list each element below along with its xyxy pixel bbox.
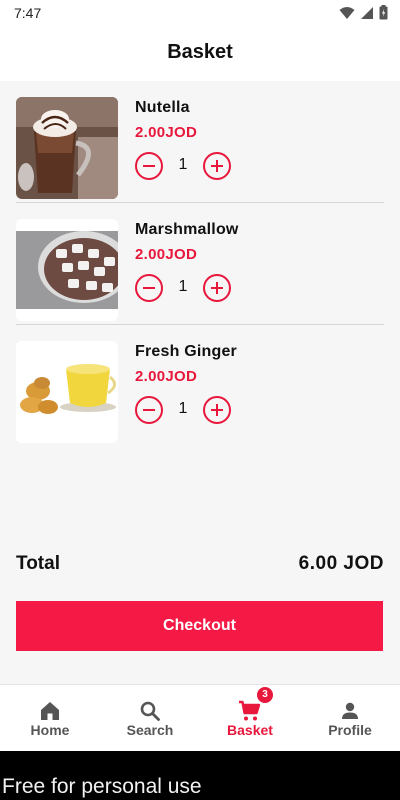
basket-item-fresh-ginger: Fresh Ginger 2.00JOD 1: [16, 325, 384, 447]
wifi-icon: [339, 6, 355, 19]
total-row: Total 6.00 JOD: [16, 553, 384, 579]
decrease-quantity-button[interactable]: [135, 274, 163, 302]
product-image-marshmallow: [16, 219, 118, 321]
item-name: Marshmallow: [135, 221, 239, 238]
item-name: Fresh Ginger: [135, 343, 237, 360]
home-icon: [41, 702, 59, 720]
nav-basket[interactable]: Basket: [200, 685, 300, 751]
search-icon: [140, 701, 160, 721]
item-price: 2.00JOD: [135, 124, 198, 141]
quantity-stepper: 1: [135, 396, 231, 424]
footer-bar: Free for personal use: [0, 751, 400, 800]
item-price: 2.00JOD: [135, 246, 198, 263]
nav-profile-label: Profile: [328, 722, 372, 738]
battery-icon: [379, 5, 388, 20]
app-header: Basket: [0, 26, 400, 81]
increase-quantity-button[interactable]: [203, 396, 231, 424]
item-price: 2.00JOD: [135, 368, 198, 385]
quantity-value: 1: [178, 278, 188, 295]
footer-text: Free for personal use: [2, 775, 202, 798]
status-icons: [339, 5, 388, 20]
bottom-navigation: Home Search Basket Profile: [0, 684, 400, 751]
basket-item-marshmallow: Marshmallow 2.00JOD 1: [16, 203, 384, 325]
quantity-stepper: 1: [135, 274, 231, 302]
quantity-value: 1: [178, 156, 188, 173]
basket-count-badge: 3: [257, 687, 273, 703]
checkout-button[interactable]: Checkout: [16, 601, 383, 651]
quantity-value: 1: [178, 400, 188, 417]
person-icon: [342, 702, 358, 719]
signal-icon: [361, 6, 373, 19]
nav-home-label: Home: [30, 722, 70, 738]
increase-quantity-button[interactable]: [203, 152, 231, 180]
nav-home[interactable]: Home: [0, 685, 100, 751]
nav-search-label: Search: [126, 722, 174, 738]
basket-list: Nutella 2.00JOD 1 Marshmallow 2.00JOD 1 …: [16, 81, 384, 447]
quantity-stepper: 1: [135, 152, 231, 180]
increase-quantity-button[interactable]: [203, 274, 231, 302]
nav-basket-label: Basket: [227, 722, 273, 738]
total-label: Total: [16, 553, 60, 574]
nav-search[interactable]: Search: [100, 685, 200, 751]
cart-icon: [239, 700, 261, 721]
decrease-quantity-button[interactable]: [135, 152, 163, 180]
status-time: 7:47: [14, 5, 42, 21]
product-image-fresh-ginger: [16, 341, 118, 443]
decrease-quantity-button[interactable]: [135, 396, 163, 424]
nav-profile[interactable]: Profile: [300, 685, 400, 751]
basket-item-nutella: Nutella 2.00JOD 1: [16, 81, 384, 203]
total-amount: 6.00 JOD: [298, 553, 384, 574]
item-name: Nutella: [135, 99, 190, 116]
product-image-nutella: [16, 97, 118, 199]
status-bar: 7:47: [0, 0, 400, 26]
page-title: Basket: [167, 41, 233, 63]
